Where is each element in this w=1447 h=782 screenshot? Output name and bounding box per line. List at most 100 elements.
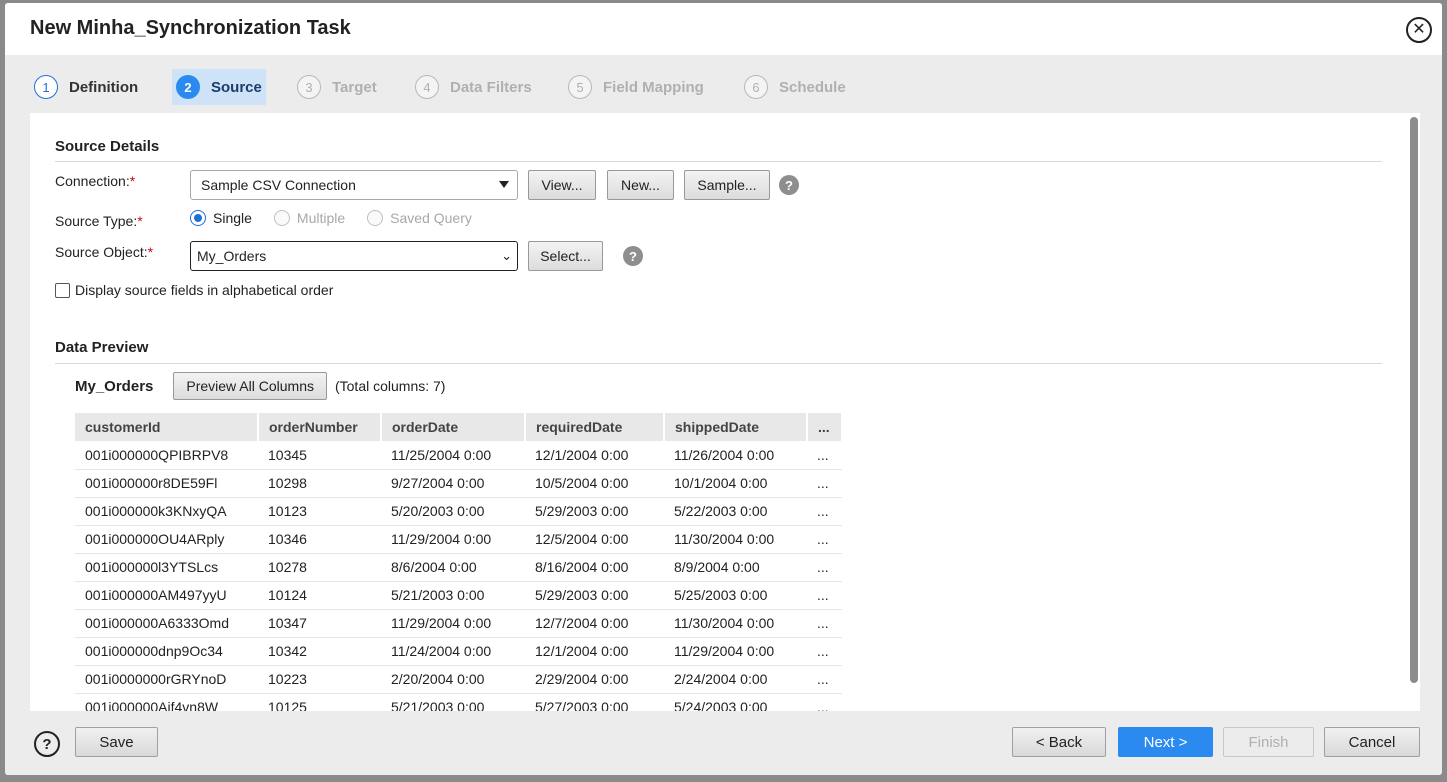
source-type-radio-group: Single Multiple Saved Query xyxy=(190,210,494,226)
source-object-label: Source Object:* xyxy=(55,244,154,260)
table-row: 001i000000QPIBRPV8 10345 11/25/2004 0:00 12… xyxy=(75,441,842,470)
table-cell: 10346 xyxy=(258,525,381,554)
table-cell: 001i000000Aif4vn8W xyxy=(75,693,258,711)
sample-connection-button[interactable]: Sample... xyxy=(684,170,770,200)
help-circle-icon[interactable]: ? xyxy=(34,731,60,757)
table-cell: 8/16/2004 0:00 xyxy=(525,553,664,582)
connection-value: Sample CSV Connection xyxy=(201,177,356,193)
radio-single[interactable]: Single xyxy=(190,210,252,226)
step-source[interactable]: 2 Source xyxy=(172,69,266,105)
next-button[interactable]: Next > xyxy=(1118,727,1213,757)
chevron-down-icon: ⌄ xyxy=(501,248,512,263)
table-cell: 10/1/2004 0:00 xyxy=(664,469,807,498)
table-body: 001i000000QPIBRPV8 10345 11/25/2004 0:00 12… xyxy=(75,441,842,711)
table-row: 001i000000AM497yyU 10124 5/21/2003 0:00 5/2… xyxy=(75,581,842,610)
step-number: 4 xyxy=(415,75,439,99)
radio-empty-icon xyxy=(367,210,384,226)
table-cell: 5/25/2003 0:00 xyxy=(664,581,807,610)
table-cell: 8/6/2004 0:00 xyxy=(381,553,525,582)
table-cell: 5/27/2003 0:00 xyxy=(525,693,664,711)
source-details-title: Source Details xyxy=(55,138,160,155)
table-cell: ... xyxy=(807,497,842,526)
total-columns-text: (Total columns: 7) xyxy=(334,378,446,394)
help-icon[interactable]: ? xyxy=(623,246,643,266)
step-number: 6 xyxy=(744,75,768,99)
source-object-select[interactable]: My_Orders ⌄ xyxy=(190,241,518,271)
table-cell: 10125 xyxy=(258,693,381,711)
table-cell: 5/24/2003 0:00 xyxy=(664,693,807,711)
table-cell: 11/29/2004 0:00 xyxy=(381,609,525,638)
table-cell: 001i000000l3YTSLcs xyxy=(75,553,258,582)
table-cell: 5/21/2003 0:00 xyxy=(381,581,525,610)
table-cell: 10278 xyxy=(258,553,381,582)
section-divider xyxy=(55,161,1382,162)
new-connection-button[interactable]: New... xyxy=(607,170,674,200)
step-label: Field Mapping xyxy=(603,78,704,96)
source-type-label: Source Type:* xyxy=(55,213,143,229)
column-header: customerId xyxy=(75,413,259,441)
step-label: Source xyxy=(211,78,262,96)
table-cell: 001i0000000rGRYnoD xyxy=(75,665,258,694)
caret-down-icon xyxy=(499,181,509,188)
table-cell: 5/22/2003 0:00 xyxy=(664,497,807,526)
column-header: ... xyxy=(807,413,843,441)
table-row: 001i000000OU4ARply 10346 11/29/2004 0:00 12… xyxy=(75,525,842,554)
step-definition[interactable]: 1 Definition xyxy=(30,69,142,105)
table-row: 001i000000Aif4vn8W 10125 5/21/2003 0:00 5/2… xyxy=(75,693,842,711)
preview-all-columns-button[interactable]: Preview All Columns xyxy=(173,372,327,400)
table-cell: 10345 xyxy=(258,441,381,470)
table-cell: 11/29/2004 0:00 xyxy=(664,637,807,666)
section-divider xyxy=(55,363,1382,364)
table-cell: 5/21/2003 0:00 xyxy=(381,693,525,711)
table-cell: 11/26/2004 0:00 xyxy=(664,441,807,470)
view-connection-button[interactable]: View... xyxy=(528,170,596,200)
radio-saved-query[interactable]: Saved Query xyxy=(367,210,472,226)
table-cell: 001i000000OU4ARply xyxy=(75,525,258,554)
synchronization-task-dialog: New Minha_Synchronization Task ✕ 1 Defin… xyxy=(5,3,1442,775)
help-icon[interactable]: ? xyxy=(779,175,799,195)
dialog-title-bar: New Minha_Synchronization Task ✕ xyxy=(5,3,1442,55)
vertical-scrollbar[interactable] xyxy=(1410,117,1418,683)
radio-empty-icon xyxy=(273,210,290,226)
table-cell: 8/9/2004 0:00 xyxy=(664,553,807,582)
table-cell: 001i000000k3KNxyQA xyxy=(75,497,258,526)
step-label: Target xyxy=(332,78,377,96)
step-label: Data Filters xyxy=(450,78,532,96)
alphabetical-order-checkbox[interactable] xyxy=(55,282,70,298)
source-object-value: My_Orders xyxy=(197,248,267,264)
step-number: 3 xyxy=(297,75,321,99)
step-label: Schedule xyxy=(779,78,846,96)
close-icon[interactable]: ✕ xyxy=(1406,17,1432,43)
table-cell: 12/1/2004 0:00 xyxy=(525,637,664,666)
table-cell: ... xyxy=(807,553,842,582)
table-cell: 11/30/2004 0:00 xyxy=(664,609,807,638)
table-row: 001i0000000rGRYnoD 10223 2/20/2004 0:00 2/2… xyxy=(75,665,842,694)
table-cell: 11/29/2004 0:00 xyxy=(381,525,525,554)
save-button[interactable]: Save xyxy=(75,727,158,757)
alphabetical-order-option[interactable]: Display source fields in alphabetical or… xyxy=(55,282,333,298)
table-cell: 5/20/2003 0:00 xyxy=(381,497,525,526)
table-cell: ... xyxy=(807,609,842,638)
preview-header: My_Orders Preview All Columns (Total col… xyxy=(75,372,445,400)
table-cell: ... xyxy=(807,665,842,694)
table-cell: 10298 xyxy=(258,469,381,498)
table-cell: 001i000000r8DE59Fl xyxy=(75,469,258,498)
step-number: 5 xyxy=(568,75,592,99)
select-object-button[interactable]: Select... xyxy=(528,241,603,271)
radio-label: Saved Query xyxy=(390,210,472,226)
back-button[interactable]: < Back xyxy=(1012,727,1106,757)
radio-selected-icon xyxy=(190,210,206,226)
table-cell: 10342 xyxy=(258,637,381,666)
table-cell: 9/27/2004 0:00 xyxy=(381,469,525,498)
table-cell: 10223 xyxy=(258,665,381,694)
finish-button: Finish xyxy=(1223,727,1314,757)
radio-multiple[interactable]: Multiple xyxy=(273,210,345,226)
wizard-steps: 1 Definition 2 Source 3 Target 4 Data Fi… xyxy=(5,55,1442,113)
table-cell: 11/24/2004 0:00 xyxy=(381,637,525,666)
connection-select[interactable]: Sample CSV Connection xyxy=(190,170,518,200)
cancel-button[interactable]: Cancel xyxy=(1324,727,1420,757)
table-cell: 10347 xyxy=(258,609,381,638)
step-schedule: 6 Schedule xyxy=(740,69,850,105)
table-row: 001i000000r8DE59Fl 10298 9/27/2004 0:00 10/… xyxy=(75,469,842,498)
table-cell: 001i000000dnp9Oc34 xyxy=(75,637,258,666)
